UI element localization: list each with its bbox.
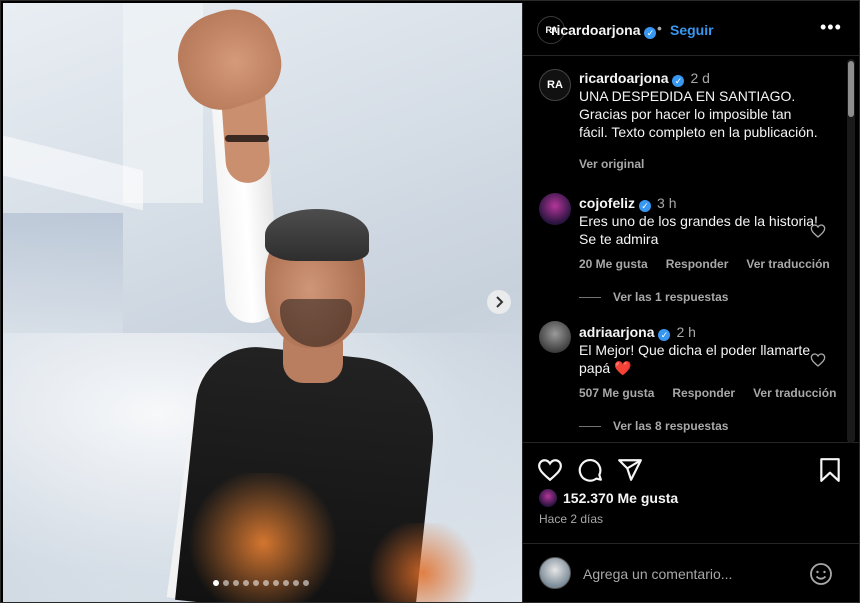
carousel-next-button[interactable]: [487, 290, 511, 314]
comment-likes[interactable]: 507 Me gusta: [579, 386, 654, 400]
comment-text: El Mejor! Que dicha el poder llamarte pa…: [579, 342, 811, 376]
caption-text: UNA DESPEDIDA EN SANTIAGO. Gracias por h…: [579, 88, 818, 140]
comment-time[interactable]: 2 h: [676, 324, 695, 340]
comment: cojofeliz ✓ 3 h Eres uno de los grandes de…: [579, 194, 819, 248]
view-replies-button[interactable]: Ver las 8 respuestas: [579, 419, 728, 433]
comments-scrollbar[interactable]: [847, 59, 855, 443]
comment-bubble-icon[interactable]: [577, 457, 603, 483]
carousel-dot: [243, 580, 249, 586]
caption: ricardoarjona ✓ 2 d UNA DESPEDIDA EN SANTI…: [579, 69, 819, 141]
ra-logo: RA: [547, 79, 563, 91]
comment-username[interactable]: adriaarjona: [579, 324, 654, 340]
carousel-indicator: [213, 580, 309, 586]
post-date: Hace 2 días: [539, 512, 604, 526]
carousel-dot: [283, 580, 289, 586]
reply-button[interactable]: Responder: [672, 386, 735, 400]
comment-avatar[interactable]: [539, 193, 571, 225]
carousel-dot: [293, 580, 299, 586]
paper-plane-icon[interactable]: [617, 457, 643, 483]
comment-meta: 507 Me gusta Responder Ver traducción: [579, 386, 836, 400]
carousel-dot: [233, 580, 239, 586]
liker-avatar: [539, 489, 557, 507]
heart-icon[interactable]: [537, 457, 563, 483]
comment-username[interactable]: cojofeliz: [579, 195, 635, 211]
translate-button[interactable]: Ver traducción: [753, 386, 836, 400]
comment-composer: [523, 543, 859, 602]
chevron-right-icon: [496, 296, 504, 308]
post-details-pane: RA ricardoarjona ✓ • Seguir ••• RA ricard…: [523, 3, 859, 602]
scrollbar-thumb[interactable]: [848, 61, 854, 117]
post-photo[interactable]: [3, 3, 522, 602]
translate-button[interactable]: Ver traducción: [746, 257, 829, 271]
caption-time[interactable]: 2 d: [690, 70, 709, 86]
caption-username[interactable]: ricardoarjona: [579, 70, 668, 86]
comment: adriaarjona ✓ 2 h El Mejor! Que dicha el p…: [579, 323, 819, 377]
comment-like-icon[interactable]: [810, 352, 826, 368]
comment-input[interactable]: [583, 564, 793, 584]
comment-avatar[interactable]: [539, 321, 571, 353]
view-replies-button[interactable]: Ver las 1 respuestas: [579, 290, 728, 304]
likes-summary[interactable]: 152.370 Me gusta: [539, 489, 678, 507]
caption-author-avatar[interactable]: RA: [539, 69, 571, 101]
post-header: RA ricardoarjona ✓ • Seguir •••: [523, 3, 859, 56]
carousel-dot: [303, 580, 309, 586]
smiley-icon[interactable]: [809, 562, 833, 586]
separator-dot: •: [657, 20, 662, 36]
verified-badge-icon: ✓: [672, 75, 685, 87]
comment-like-icon[interactable]: [810, 223, 826, 239]
comment-likes[interactable]: 20 Me gusta: [579, 257, 648, 271]
comment-time[interactable]: 3 h: [657, 195, 676, 211]
bookmark-icon[interactable]: [817, 457, 843, 483]
comments-list[interactable]: RA ricardoarjona ✓ 2 d UNA DESPEDIDA EN SA…: [523, 57, 859, 443]
carousel-dot: [213, 580, 219, 586]
carousel-dot: [223, 580, 229, 586]
more-options-icon[interactable]: •••: [820, 17, 842, 38]
carousel-dot: [263, 580, 269, 586]
follow-button[interactable]: Seguir: [670, 22, 714, 38]
likes-count[interactable]: 152.370 Me gusta: [563, 490, 678, 506]
verified-badge-icon: ✓: [658, 329, 671, 341]
comment-text: Eres uno de los grandes de la historia! …: [579, 213, 818, 247]
current-user-avatar: [539, 557, 571, 589]
author-username[interactable]: ricardoarjona ✓: [551, 22, 657, 39]
comment-meta: 20 Me gusta Responder Ver traducción: [579, 257, 830, 271]
verified-badge-icon: ✓: [644, 27, 657, 39]
carousel-dot: [253, 580, 259, 586]
reply-button[interactable]: Responder: [666, 257, 729, 271]
see-original-link[interactable]: Ver original: [579, 157, 644, 171]
verified-badge-icon: ✓: [639, 200, 652, 212]
instagram-post-modal: RA ricardoarjona ✓ • Seguir ••• RA ricard…: [0, 0, 860, 603]
carousel-dot: [273, 580, 279, 586]
